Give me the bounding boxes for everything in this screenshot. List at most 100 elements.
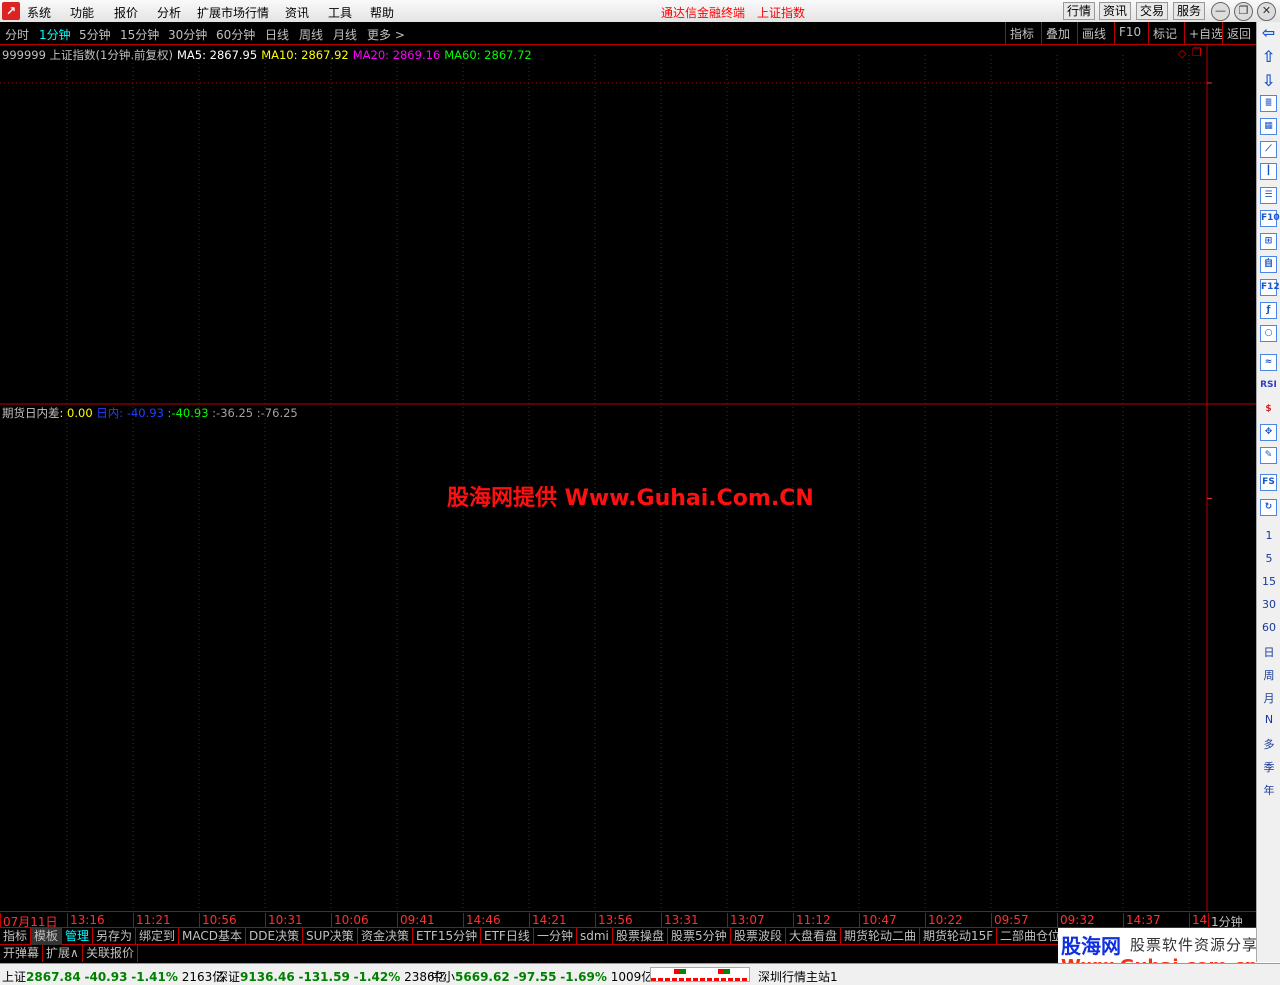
tab-tabs_row1-18[interactable]: 期货轮动15F: [920, 928, 998, 945]
tab-tabs_row1-17[interactable]: 期货轮动二曲: [841, 928, 921, 945]
tab-tabs_row1-1[interactable]: 模板: [31, 928, 63, 945]
indicator-legend: 期货日内差: 0.00 日内: -40.93 :-40.93 :-36.25 :…: [2, 405, 298, 421]
chart-tool-5[interactable]: +自选: [1184, 22, 1227, 44]
sh-percent: -1.41%: [131, 970, 178, 984]
line-chart-icon[interactable]: ⟋: [1260, 141, 1277, 158]
close-icon[interactable]: ✕: [1257, 2, 1276, 21]
tab-tabs_row2-2[interactable]: 关联报价: [83, 945, 139, 962]
minimize-icon[interactable]: —: [1211, 2, 1230, 21]
status-sh[interactable]: 上证2867.84 -40.93 -1.41% 2163亿: [2, 968, 224, 985]
tab-tabs_row1-5[interactable]: MACD基本: [179, 928, 246, 945]
wave-icon[interactable]: ≈: [1260, 354, 1277, 371]
watermark: 股海网提供 Www.Guhai.Com.CN: [447, 486, 814, 511]
service-button[interactable]: 服务: [1173, 2, 1206, 20]
tab-tabs_row1-15[interactable]: 股票波段: [731, 928, 787, 945]
trade-button[interactable]: 交易: [1136, 2, 1169, 20]
chart-tool-2[interactable]: 画线: [1077, 22, 1110, 44]
toolbar-period-15[interactable]: 15: [1257, 575, 1280, 588]
tab-tabs_row1-7[interactable]: SUP决策: [303, 928, 358, 945]
period-2[interactable]: 5分钟: [79, 26, 111, 43]
tab-tabs_row1-14[interactable]: 股票5分钟: [668, 928, 731, 945]
period-0[interactable]: 分时: [5, 26, 29, 43]
pencil-icon[interactable]: ✎: [1260, 447, 1277, 464]
chart-area[interactable]: [0, 45, 1256, 911]
restore-icon[interactable]: ❐: [1234, 2, 1253, 21]
tree-icon[interactable]: ⊞: [1260, 233, 1277, 250]
rsi-icon[interactable]: RSI: [1260, 378, 1277, 395]
fs-icon[interactable]: FS: [1260, 474, 1277, 491]
menu-tools[interactable]: 工具: [328, 4, 352, 21]
tab-tabs_row1-9[interactable]: ETF15分钟: [413, 928, 482, 945]
arrow-down-icon[interactable]: ⇩: [1260, 73, 1277, 90]
period-4[interactable]: 30分钟: [168, 26, 207, 43]
menu-help[interactable]: 帮助: [370, 4, 394, 21]
tab-tabs_row2-1[interactable]: 扩展∧: [43, 945, 83, 962]
toolbar-period-60[interactable]: 60: [1257, 621, 1280, 634]
tab-tabs_row1-2[interactable]: 管理: [62, 928, 94, 945]
chart-tool-6[interactable]: 返回: [1222, 22, 1255, 44]
toolbar-period-多[interactable]: 多: [1257, 736, 1280, 752]
tab-tabs_row1-8[interactable]: 资金决策: [358, 928, 414, 945]
notes-icon[interactable]: 自: [1260, 256, 1277, 273]
chart-tool-1[interactable]: 叠加: [1041, 22, 1074, 44]
quote-table-icon[interactable]: ▦: [1260, 118, 1277, 135]
toolbar-period-1[interactable]: 1: [1257, 529, 1280, 542]
chart-tool-0[interactable]: 指标: [1005, 22, 1038, 44]
news-button[interactable]: 资讯: [1099, 2, 1132, 20]
sz-percent: -1.42%: [353, 970, 401, 984]
tab-tabs_row1-6[interactable]: DDE决策: [246, 928, 304, 945]
dollar-icon[interactable]: $: [1260, 402, 1277, 419]
tab-tabs_row1-12[interactable]: sdmi: [577, 928, 613, 945]
tab-tabs_row1-11[interactable]: 一分钟: [534, 928, 578, 945]
candlestick-icon[interactable]: ┃: [1260, 163, 1277, 180]
tab-tabs_row1-3[interactable]: 另存为: [93, 928, 137, 945]
menu-function[interactable]: 功能: [70, 4, 94, 21]
chart-tool-3[interactable]: F10: [1114, 22, 1145, 44]
tab-tabs_row1-19[interactable]: 二部曲仓位: [997, 928, 1065, 945]
tab-tabs_row1-0[interactable]: 指标: [0, 928, 32, 945]
status-sz[interactable]: 深证9136.46 -131.59 -1.42% 2386亿: [216, 968, 447, 985]
window-list-icon[interactable]: ☰: [1260, 187, 1277, 204]
time-label: 07月11日: [0, 913, 58, 929]
sh-price: 2867.84: [26, 970, 81, 984]
menu-quote[interactable]: 报价: [114, 4, 138, 21]
period-6[interactable]: 日线: [265, 26, 289, 43]
toolbar-period-日[interactable]: 日: [1257, 644, 1280, 660]
f12-icon[interactable]: F12: [1260, 279, 1280, 296]
period-1[interactable]: 1分钟: [39, 26, 71, 43]
status-zx[interactable]: 中小5669.62 -97.55 -1.69% 1009亿: [431, 968, 653, 985]
tab-tabs_row1-13[interactable]: 股票操盘: [613, 928, 669, 945]
move-icon[interactable]: ✥: [1260, 424, 1277, 441]
market-button[interactable]: 行情: [1063, 2, 1096, 20]
period-8[interactable]: 月线: [333, 26, 357, 43]
refresh-icon[interactable]: ↻: [1260, 499, 1277, 516]
toolbar-period-月[interactable]: 月: [1257, 690, 1280, 706]
menu-extended-market[interactable]: 扩展市场行情: [197, 4, 269, 21]
period-7[interactable]: 周线: [299, 26, 323, 43]
menu-analysis[interactable]: 分析: [157, 4, 181, 21]
menu-news[interactable]: 资讯: [285, 4, 309, 21]
tab-tabs_row2-0[interactable]: 开弹幕: [0, 945, 44, 962]
server-name: 深圳行情主站1: [758, 970, 838, 984]
circle-icon[interactable]: ○: [1260, 325, 1277, 342]
menu-system[interactable]: 系统: [27, 4, 51, 21]
toolbar-period-年[interactable]: 年: [1257, 782, 1280, 798]
app-logo: ↗: [2, 2, 20, 20]
arrow-up-icon[interactable]: ⇧: [1260, 49, 1277, 66]
tab-tabs_row1-10[interactable]: ETF日线: [481, 928, 534, 945]
period-3[interactable]: 15分钟: [120, 26, 159, 43]
tab-tabs_row1-4[interactable]: 绑定到: [136, 928, 180, 945]
tab-tabs_row1-16[interactable]: 大盘看盘: [786, 928, 842, 945]
toolbar-period-季[interactable]: 季: [1257, 759, 1280, 775]
report-icon[interactable]: ≣: [1260, 95, 1277, 112]
toolbar-period-30[interactable]: 30: [1257, 598, 1280, 611]
formula-icon[interactable]: ƒ: [1260, 302, 1277, 319]
toolbar-period-周[interactable]: 周: [1257, 667, 1280, 683]
period-9[interactable]: 更多 >: [367, 26, 405, 43]
toolbar-period-N[interactable]: N: [1257, 713, 1280, 726]
period-5[interactable]: 60分钟: [216, 26, 255, 43]
f10-icon[interactable]: F10: [1260, 210, 1280, 227]
arrow-left-icon[interactable]: ⇦: [1260, 25, 1277, 42]
chart-tool-4[interactable]: 标记: [1148, 22, 1181, 44]
toolbar-period-5[interactable]: 5: [1257, 552, 1280, 565]
